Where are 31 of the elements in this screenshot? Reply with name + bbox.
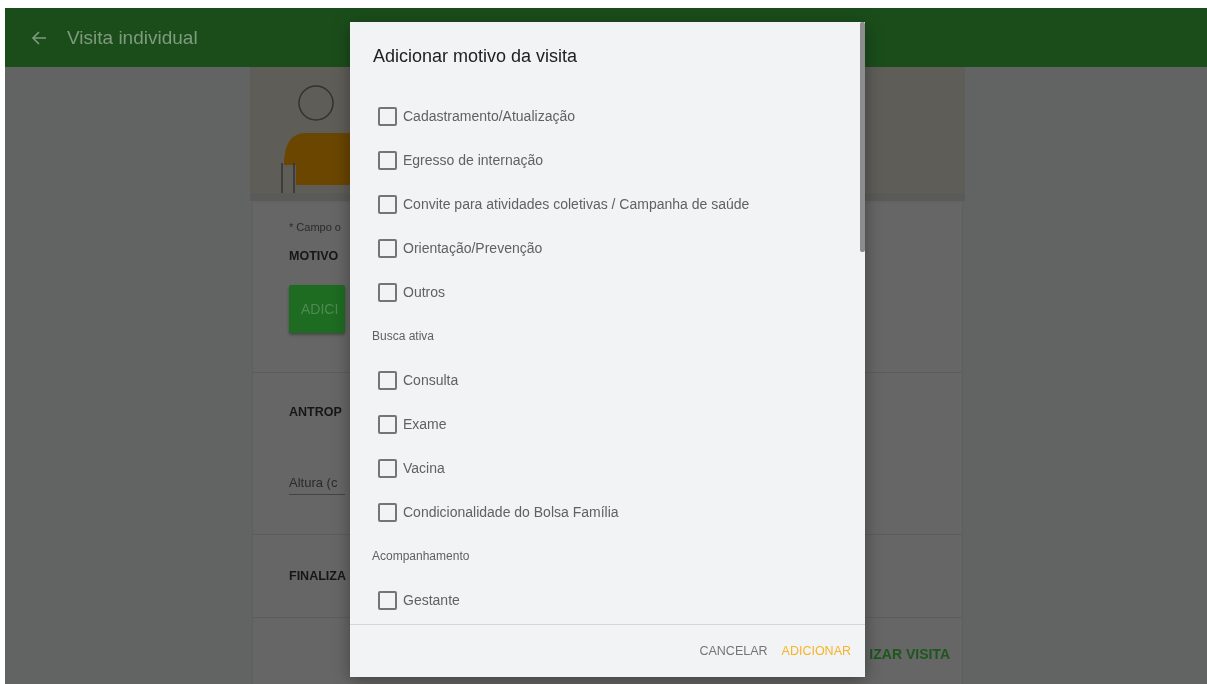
group-header: Busca ativa [372, 328, 435, 345]
checkbox[interactable] [378, 150, 397, 170]
section-heading: ANTROP [289, 405, 342, 419]
cancel-button[interactable]: CANCELAR [693, 638, 774, 664]
checkbox[interactable] [378, 106, 397, 126]
checkbox-option[interactable]: Convite para atividades coletivas / Campanha de saúde [378, 182, 750, 226]
checkbox[interactable] [378, 502, 397, 522]
checkbox-option[interactable]: Egresso de internação [378, 138, 544, 182]
section-heading: MOTIVO [289, 249, 339, 263]
checkbox-option[interactable]: Gestante [378, 578, 460, 622]
checkbox-option[interactable]: Exame [378, 402, 447, 446]
checkbox[interactable] [378, 458, 397, 478]
checkbox-option[interactable]: Cadastramento/Atualização [378, 94, 575, 138]
checkbox[interactable] [378, 282, 397, 302]
screen-title: Visita individual [67, 26, 198, 49]
checkbox-option[interactable]: Vacina [378, 446, 445, 490]
height-input-field[interactable]: Altura (c [289, 471, 345, 495]
checkbox[interactable] [378, 590, 397, 610]
checkbox[interactable] [378, 370, 397, 390]
section-heading: FINALIZA [289, 569, 346, 583]
checkbox-option[interactable]: Orientação/Prevenção [378, 226, 543, 270]
checkbox-option[interactable]: Consulta [378, 358, 459, 402]
checkbox-option[interactable]: Outros [378, 270, 445, 314]
back-arrow-icon[interactable] [31, 29, 47, 46]
dialog-title: Adicionar motivo da visita [372, 44, 579, 68]
checkbox[interactable] [378, 238, 397, 258]
group-header: Acompanhamento [372, 548, 470, 565]
scrollbar[interactable] [860, 22, 865, 252]
checkbox[interactable] [378, 414, 397, 434]
checkbox-option[interactable]: Condicionalidade do Bolsa Família [378, 490, 619, 534]
checkbox[interactable] [378, 194, 397, 214]
